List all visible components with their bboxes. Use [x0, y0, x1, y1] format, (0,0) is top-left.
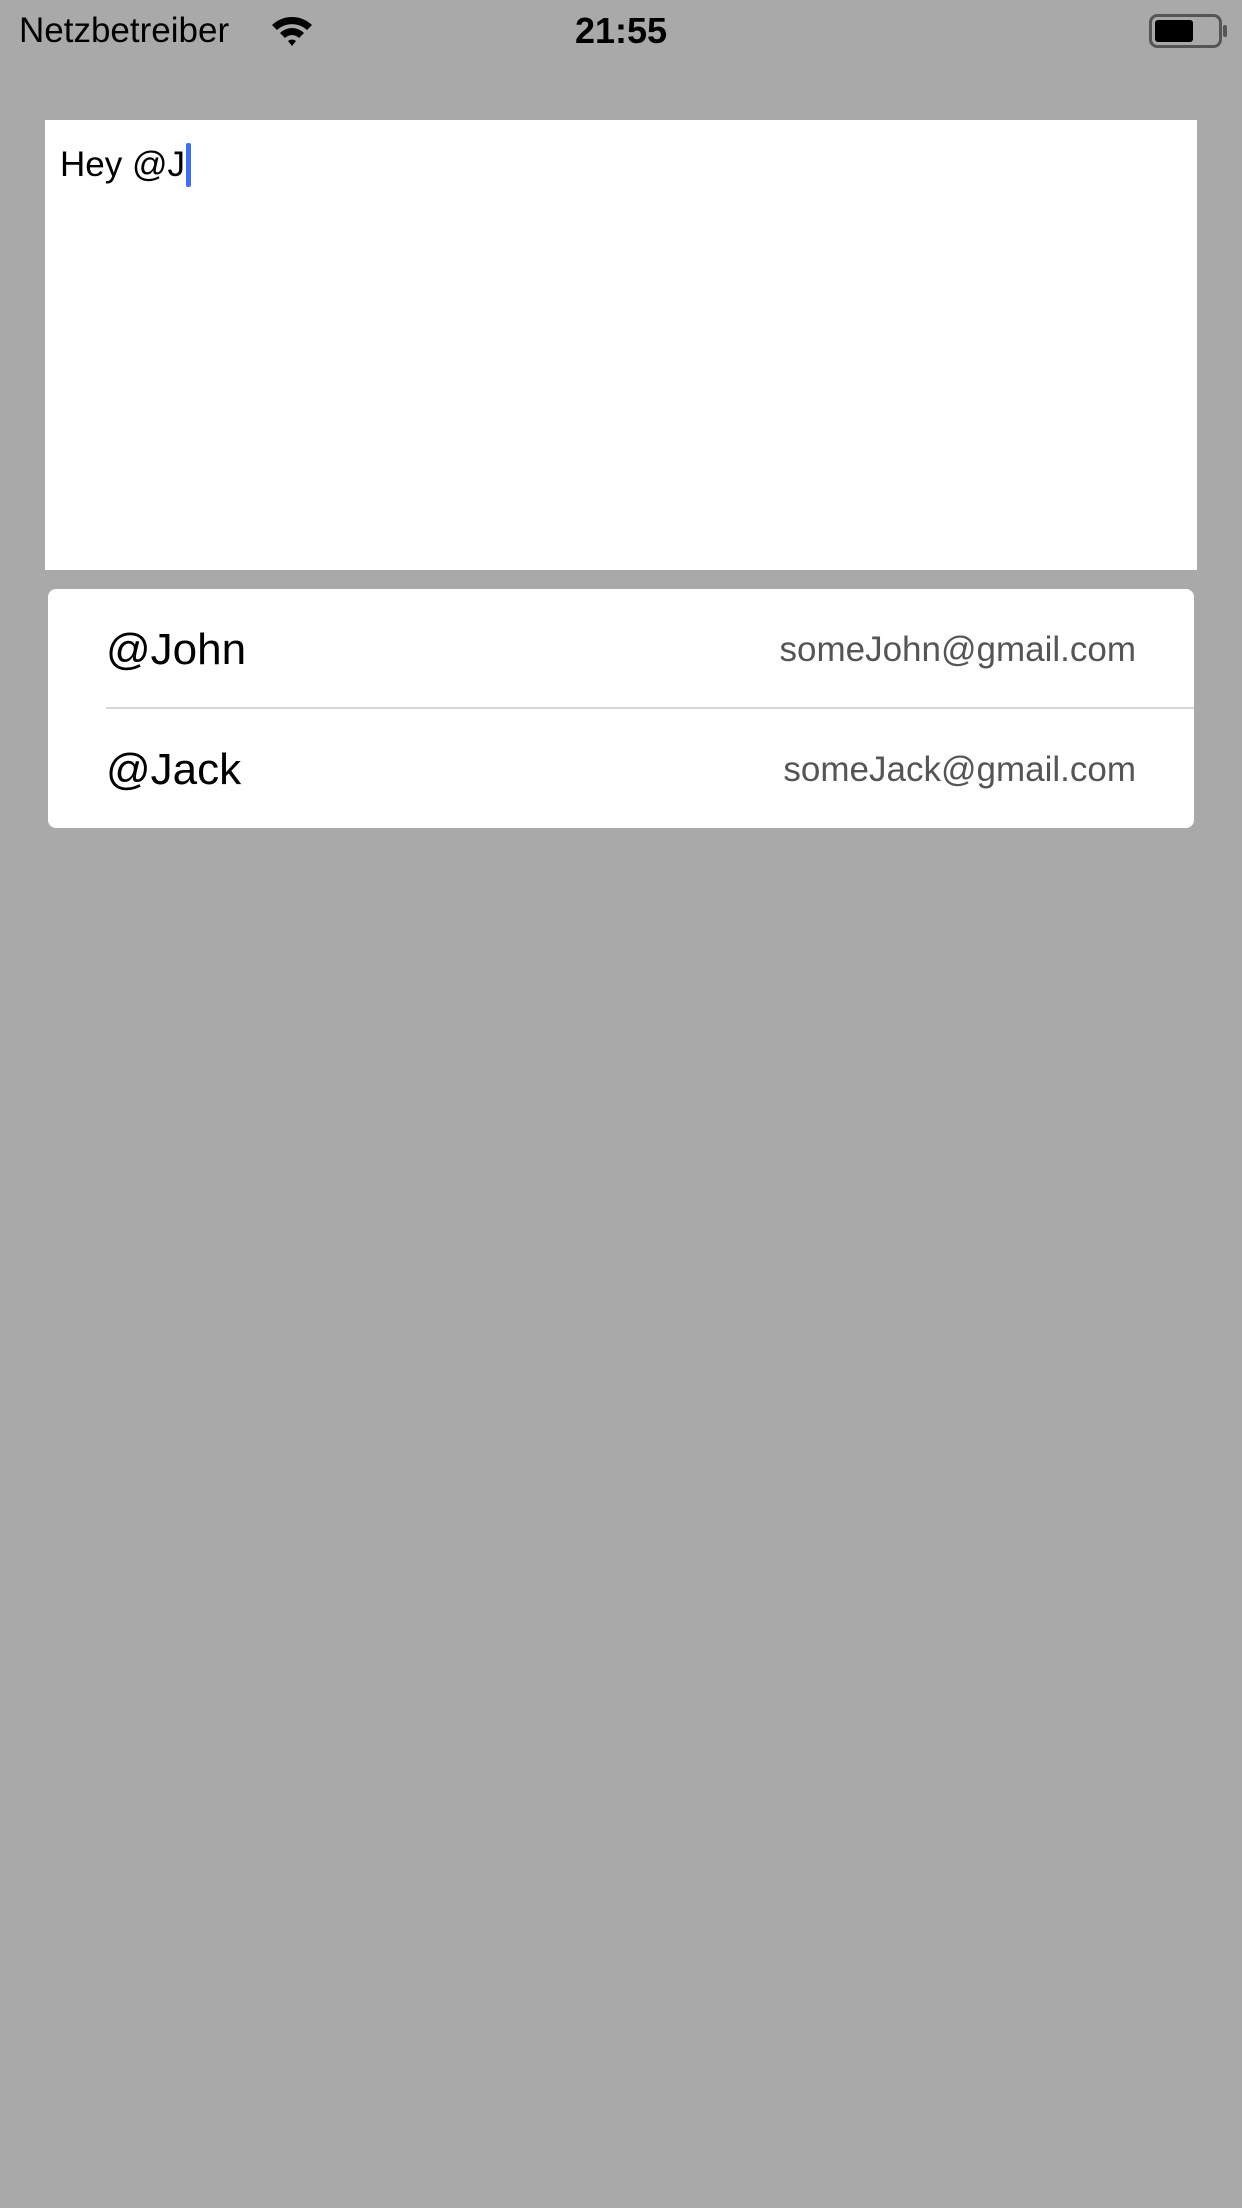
suggestion-name: @Jack	[106, 744, 242, 794]
text-cursor	[186, 143, 191, 187]
battery-icon	[1149, 14, 1229, 48]
message-text: Hey @J	[60, 145, 185, 184]
row-divider	[106, 707, 1194, 709]
message-text-view[interactable]: Hey @J	[45, 120, 1197, 570]
status-bar: Netzbetreiber 21:55	[0, 0, 1242, 60]
suggestion-email: someJohn@gmail.com	[779, 629, 1137, 669]
suggestion-row-jack[interactable]: @Jack someJack@gmail.com	[48, 711, 1194, 828]
status-time: 21:55	[574, 10, 668, 51]
mention-suggestions-list: @John someJohn@gmail.com @Jack someJack@…	[48, 589, 1194, 828]
suggestion-email: someJack@gmail.com	[783, 749, 1136, 789]
message-text-content[interactable]: Hey @J	[60, 142, 191, 188]
suggestion-row-john[interactable]: @John someJohn@gmail.com	[48, 589, 1194, 710]
suggestion-name: @John	[106, 624, 247, 674]
